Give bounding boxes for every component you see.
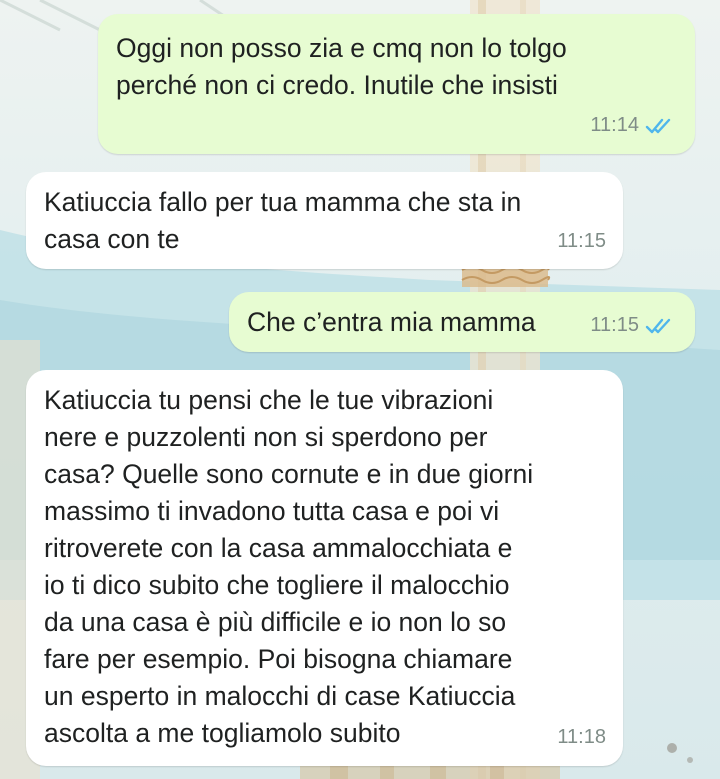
message-meta: 11:15 bbox=[557, 223, 606, 260]
message-time: 11:18 bbox=[557, 726, 606, 748]
message-text: Oggi non posso zia e cmq non lo tolgo pe… bbox=[116, 33, 567, 100]
message-text: Che c’entra mia mamma bbox=[247, 307, 536, 337]
message-time: 11:15 bbox=[590, 314, 639, 336]
incoming-message[interactable]: Katiuccia fallo per tua mamma che sta in… bbox=[26, 172, 623, 269]
double-check-read-icon bbox=[645, 318, 671, 333]
message-text: Katiuccia fallo per tua mamma che sta in… bbox=[44, 187, 522, 254]
outgoing-message[interactable]: Che c’entra mia mamma 11:15 bbox=[229, 292, 695, 352]
message-text: Katiuccia tu pensi che le tue vibrazioni… bbox=[44, 385, 534, 748]
message-time: 11:15 bbox=[557, 230, 606, 252]
message-time: 11:14 bbox=[590, 114, 639, 136]
outgoing-message[interactable]: Oggi non posso zia e cmq non lo tolgo pe… bbox=[98, 14, 695, 154]
message-meta: 11:14 bbox=[590, 107, 677, 144]
double-check-read-icon bbox=[645, 118, 671, 133]
message-meta: 11:18 bbox=[557, 719, 606, 756]
incoming-message[interactable]: Katiuccia tu pensi che le tue vibrazioni… bbox=[26, 370, 623, 766]
message-meta: 11:15 bbox=[590, 307, 677, 344]
